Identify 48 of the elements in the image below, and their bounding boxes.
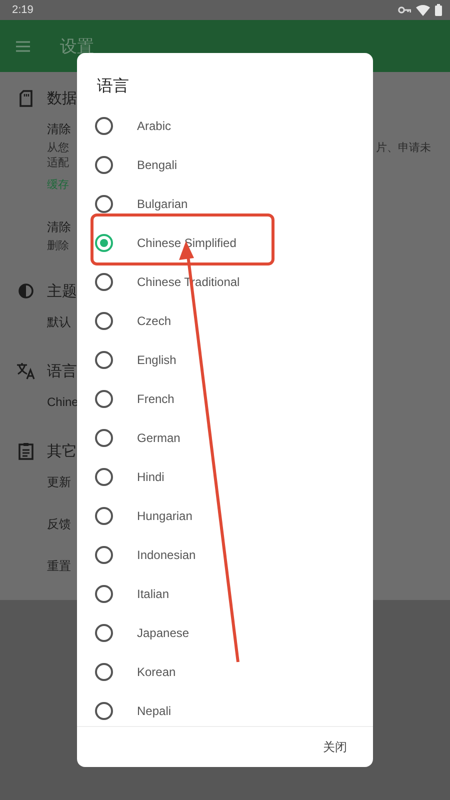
radio-button[interactable] — [95, 194, 113, 212]
radio-button[interactable] — [95, 506, 113, 524]
radio-button[interactable] — [95, 428, 113, 446]
status-time: 2:19 — [12, 4, 34, 16]
radio-button[interactable] — [95, 350, 113, 368]
radio-button[interactable] — [95, 390, 113, 408]
language-option[interactable]: Italian — [137, 586, 170, 600]
language-option[interactable]: Indonesian — [137, 548, 196, 562]
contrast-icon — [16, 283, 36, 299]
language-option[interactable]: German — [137, 430, 180, 444]
radio-button[interactable] — [95, 116, 113, 134]
translate-icon — [16, 362, 36, 380]
cache-size-text: 缓存 — [47, 177, 69, 193]
language-option[interactable]: Arabic — [137, 118, 172, 132]
language-option[interactable]: Nepali — [137, 704, 172, 718]
language-option[interactable]: French — [137, 392, 174, 406]
radio-button[interactable] — [95, 468, 113, 486]
radio-button[interactable] — [95, 272, 113, 290]
language-option[interactable]: Chinese Simplified — [137, 236, 236, 250]
language-option[interactable]: Japanese — [137, 626, 190, 640]
radio-button[interactable] — [95, 702, 113, 720]
section-title: 数据 — [47, 88, 77, 108]
radio-button[interactable] — [95, 546, 113, 564]
key-icon — [398, 6, 411, 14]
radio-button[interactable] — [95, 662, 113, 680]
language-option[interactable]: Czech — [137, 314, 172, 328]
dialog-title: 语言 — [96, 75, 130, 97]
language-option[interactable]: Korean — [137, 664, 176, 678]
section-title: 其它 — [47, 442, 77, 460]
setting-description: 片、申请未 — [376, 140, 431, 155]
language-option[interactable]: Bengali — [137, 158, 178, 172]
setting-description: 适配 — [47, 155, 69, 170]
radio-button[interactable] — [95, 584, 113, 602]
section-title: 语言 — [47, 362, 77, 380]
setting-description: 从您 — [47, 140, 69, 155]
wifi-icon — [416, 4, 430, 16]
language-option[interactable]: Hindi — [137, 470, 164, 484]
language-option[interactable]: Hungarian — [137, 508, 192, 522]
radio-button[interactable] — [95, 156, 113, 174]
radio-button[interactable] — [95, 624, 113, 642]
language-option[interactable]: Bulgarian — [137, 196, 188, 210]
radio-button[interactable] — [95, 312, 113, 330]
section-title: 主题 — [47, 282, 77, 300]
language-option[interactable]: English — [137, 352, 176, 366]
clipboard-icon — [16, 442, 36, 460]
radio-button[interactable] — [95, 234, 113, 252]
setting-description: 删除 — [47, 238, 69, 253]
battery-icon — [435, 4, 442, 16]
